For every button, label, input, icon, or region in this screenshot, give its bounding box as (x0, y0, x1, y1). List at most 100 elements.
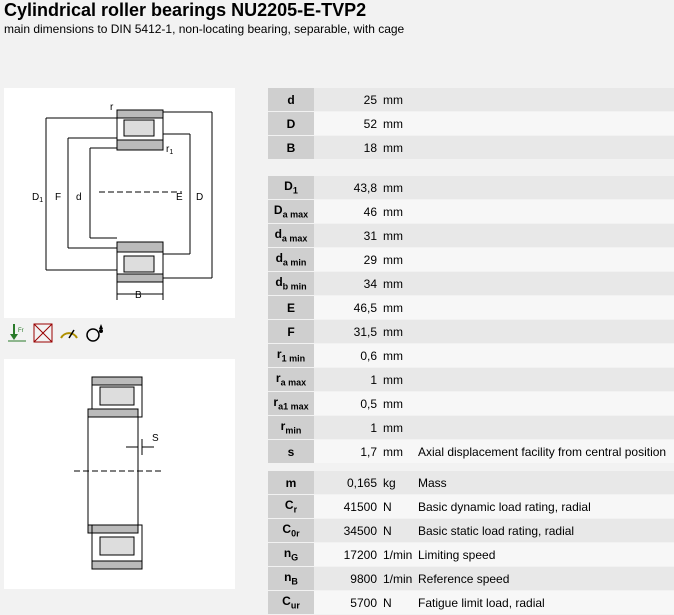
table-row: Da max 46 mm (268, 199, 674, 224)
value-cell: 17200 (314, 542, 381, 567)
label-D1: D1 (32, 192, 43, 204)
performance-data-table: m 0,165 kg Mass Cr 41500 N Basic dynamic load r… (268, 471, 674, 615)
symbol-cell: Da max (268, 199, 314, 224)
symbol-cell: B (268, 135, 314, 160)
speed-icon (60, 329, 78, 339)
main-dimensions-table: d 25 mm D 52 mm B 18 mm (268, 88, 674, 160)
label-r1: r1 (166, 144, 173, 156)
description-cell: Fatigue limit load, radial (412, 590, 674, 615)
description-cell (412, 271, 674, 296)
value-cell: 41500 (314, 494, 381, 519)
description-cell: Axial displacement facility from central… (412, 439, 674, 464)
unit-cell: mm (381, 391, 412, 416)
table-row: C0r 34500 N Basic static load rating, radia… (268, 518, 674, 543)
description-cell (412, 343, 674, 368)
bearing-cross-section-drawing: r r1 D1 F d E D B (32, 102, 213, 301)
unit-cell: mm (381, 199, 412, 224)
description-cell: Reference speed (412, 566, 674, 591)
value-cell: 46 (314, 199, 381, 224)
unit-cell: mm (381, 319, 412, 344)
value-cell: 34 (314, 271, 381, 296)
unit-cell: mm (381, 271, 412, 296)
value-cell: 5700 (314, 590, 381, 615)
label-B: B (135, 290, 142, 301)
symbol-cell: nB (268, 566, 314, 591)
value-cell: 52 (314, 111, 381, 136)
symbol-cell: D (268, 111, 314, 136)
label-s: S (152, 433, 159, 444)
unit-cell: 1/min (381, 542, 412, 567)
symbol-cell: ra max (268, 367, 314, 392)
axial-displacement-drawing: S (74, 376, 164, 570)
unit-cell: mm (381, 415, 412, 440)
description-cell: Basic static load rating, radial (412, 518, 674, 543)
label-r: r (110, 102, 114, 113)
description-cell (412, 135, 674, 160)
value-cell: 1 (314, 415, 381, 440)
description-cell (412, 367, 674, 392)
table-row: B 18 mm (268, 135, 674, 160)
description-cell (412, 111, 674, 136)
value-cell: 34500 (314, 518, 381, 543)
table-row: F 31,5 mm (268, 319, 674, 344)
symbol-cell: r1 min (268, 343, 314, 368)
value-cell: 31 (314, 223, 381, 248)
label-D: D (196, 192, 203, 203)
unit-cell: N (381, 494, 412, 519)
label-E: E (176, 192, 183, 203)
table-row: D1 43,8 mm (268, 176, 674, 200)
symbol-cell: s (268, 439, 314, 464)
feature-icons: Fr (6, 322, 106, 344)
table-row: ra max 1 mm (268, 367, 674, 392)
value-cell: 46,5 (314, 295, 381, 320)
unit-cell: mm (381, 367, 412, 392)
table-row: d 25 mm (268, 88, 674, 112)
symbol-cell: C0r (268, 518, 314, 543)
value-cell: 25 (314, 88, 381, 112)
description-cell: Basic dynamic load rating, radial (412, 494, 674, 519)
displacement-drawing-panel: S (4, 359, 235, 589)
description-cell (412, 391, 674, 416)
table-row: Cr 41500 N Basic dynamic load rating, radia… (268, 494, 674, 519)
symbol-cell: E (268, 295, 314, 320)
description-cell (412, 247, 674, 272)
table-row: rmin 1 mm (268, 415, 674, 440)
symbol-cell: db min (268, 271, 314, 296)
description-cell (412, 415, 674, 440)
table-row: nB 9800 1/min Reference speed (268, 566, 674, 591)
unit-cell: mm (381, 223, 412, 248)
page-title: Cylindrical roller bearings NU2205-E-TVP… (4, 0, 367, 20)
symbol-cell: ra1 max (268, 391, 314, 416)
symbol-cell: D1 (268, 176, 314, 200)
unit-cell: N (381, 518, 412, 543)
label-d: d (76, 192, 82, 203)
description-cell: Mass (412, 471, 674, 495)
value-cell: 1,7 (314, 439, 381, 464)
description-cell (412, 199, 674, 224)
value-cell: 0,165 (314, 471, 381, 495)
unit-cell: mm (381, 88, 412, 112)
symbol-cell: d (268, 88, 314, 112)
mounting-dimensions-table: D1 43,8 mm Da max 46 mm da max 31 mm da min 29 mm db… (268, 176, 674, 464)
table-row: E 46,5 mm (268, 295, 674, 320)
unit-cell: 1/min (381, 566, 412, 591)
description-cell (412, 295, 674, 320)
unit-cell: mm (381, 247, 412, 272)
lubrication-icon (86, 324, 103, 342)
value-cell: 0,5 (314, 391, 381, 416)
table-row: m 0,165 kg Mass (268, 471, 674, 495)
description-cell (412, 88, 674, 112)
value-cell: 9800 (314, 566, 381, 591)
description-cell (412, 319, 674, 344)
unit-cell: kg (381, 471, 412, 495)
value-cell: 18 (314, 135, 381, 160)
symbol-cell: da max (268, 223, 314, 248)
symbol-cell: rmin (268, 415, 314, 440)
unit-cell: mm (381, 176, 412, 200)
value-cell: 1 (314, 367, 381, 392)
table-row: Cur 5700 N Fatigue limit load, radial (268, 590, 674, 615)
table-row: nG 17200 1/min Limiting speed (268, 542, 674, 567)
symbol-cell: Cr (268, 494, 314, 519)
radial-load-icon: Fr (8, 324, 26, 342)
table-row: D 52 mm (268, 111, 674, 136)
